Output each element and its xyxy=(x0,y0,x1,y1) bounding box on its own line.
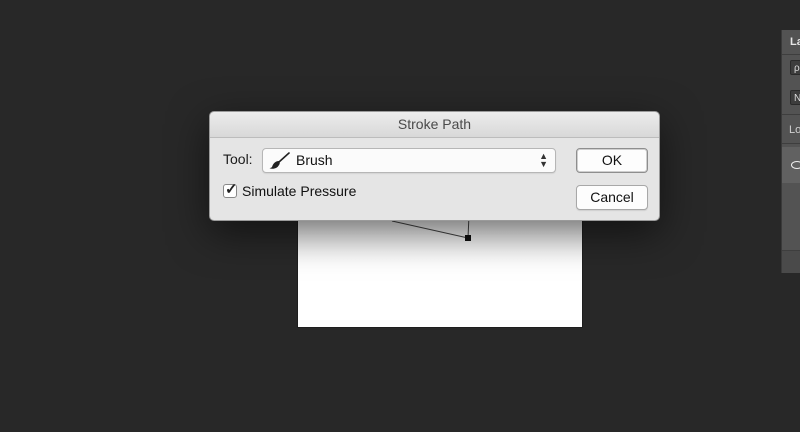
tool-select-value: Brush xyxy=(296,152,333,168)
ok-button[interactable]: OK xyxy=(576,148,648,173)
tool-select[interactable]: Brush ▲ ▼ xyxy=(262,148,556,173)
layers-panel-footer xyxy=(782,250,800,273)
chevron-up-down-icon: ▲ ▼ xyxy=(539,151,548,169)
cancel-button[interactable]: Cancel xyxy=(576,185,648,210)
layers-panel: La ρ N Lo xyxy=(781,30,800,273)
blend-mode-dropdown[interactable]: N xyxy=(790,90,800,105)
layers-panel-title: La xyxy=(790,36,800,48)
layer-row[interactable] xyxy=(782,147,800,183)
checkmark-icon: ✓ xyxy=(225,181,238,198)
simulate-pressure-label: Simulate Pressure xyxy=(242,183,357,199)
panel-divider xyxy=(782,114,800,115)
tool-label: Tool: xyxy=(223,151,253,167)
lock-label: Lo xyxy=(789,124,800,136)
visibility-eye-icon[interactable] xyxy=(791,161,800,169)
simulate-pressure-checkbox[interactable]: ✓ xyxy=(223,181,238,198)
stroke-path-dialog: Stroke Path Tool: Brush ▲ ▼ ✓ Simulate Pr… xyxy=(209,111,660,221)
brush-icon xyxy=(269,152,291,175)
kind-filter-dropdown[interactable]: ρ xyxy=(790,60,800,75)
panel-divider xyxy=(782,143,800,144)
path-anchor-point[interactable] xyxy=(465,235,471,241)
panel-divider xyxy=(782,54,800,55)
simulate-pressure-option[interactable]: ✓ Simulate Pressure xyxy=(223,181,357,199)
dialog-title: Stroke Path xyxy=(210,112,659,138)
